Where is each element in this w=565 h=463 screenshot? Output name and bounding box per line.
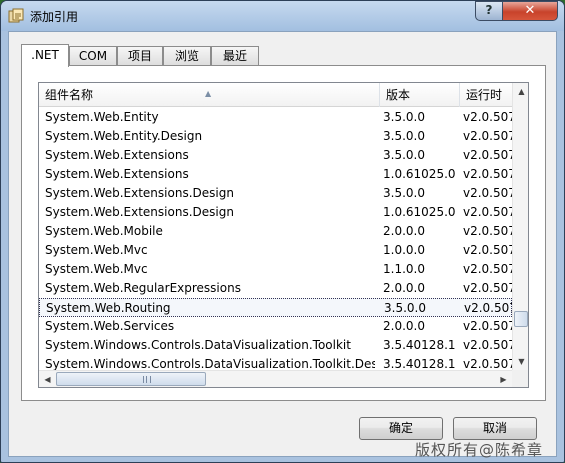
component-name-cell: System.Web.Mvc [45,243,148,257]
tab-recent[interactable]: 最近 [211,46,259,66]
version-cell: 3.5.0.0 [383,186,425,200]
column-header-runtime[interactable]: 运行时 [460,83,520,107]
horizontal-scrollbar[interactable]: ◀ ▶ [39,370,512,387]
add-reference-dialog: 添加引用 ? ✕ .NET COM 项目 浏览 最近 组件名称 ▲ 版本 运行时… [0,0,565,463]
list-header: 组件名称 ▲ 版本 运行时 [39,83,512,107]
dialog-title: 添加引用 [30,10,79,24]
sort-ascending-icon: ▲ [205,89,212,98]
version-cell: 3.5.40128.1 [383,338,456,352]
list-item[interactable]: System.Windows.Controls.DataVisualizatio… [39,355,512,370]
close-button[interactable]: ✕ [502,1,558,21]
list-item[interactable]: System.Web.Routing 3.5.0.0 v2.0.507 [39,298,512,317]
tab-browse[interactable]: 浏览 [163,46,211,66]
add-reference-icon [8,8,24,23]
runtime-cell: v2.0.507 [463,224,512,238]
list-item[interactable]: System.Web.Entity.Design 3.5.0.0 v2.0.507 [39,127,512,146]
list-item[interactable]: System.Web.Entity 3.5.0.0 v2.0.507 [39,108,512,127]
component-name-cell: System.Web.Extensions [45,167,189,181]
column-header-version[interactable]: 版本 [380,83,460,107]
component-name-cell: System.Web.Services [45,319,175,333]
component-list[interactable]: 组件名称 ▲ 版本 运行时 System.Web.Entity 3.5.0.0 v2… [38,82,529,388]
horizontal-scroll-thumb[interactable] [56,372,206,386]
version-cell: 3.5.0.0 [383,148,425,162]
watermark-text: 版权所有@陈希章 [415,441,544,459]
vertical-scrollbar[interactable]: ▲ ▼ [512,83,528,370]
list-item[interactable]: System.Web.RegularExpressions 2.0.0.0 v2.0… [39,279,512,298]
tab-panel: 组件名称 ▲ 版本 运行时 System.Web.Entity 3.5.0.0 v2… [21,65,546,401]
runtime-cell: v2.0.507 [463,243,512,257]
grip-icon [143,376,151,383]
runtime-cell: v2.0.507 [464,301,512,315]
runtime-cell: v2.0.507 [463,167,512,181]
component-name-cell: System.Web.Extensions.Design [45,186,234,200]
list-item[interactable]: System.Web.Extensions 3.5.0.0 v2.0.507 [39,146,512,165]
version-cell: 1.0.61025.0 [383,167,456,181]
version-cell: 3.5.40128.1 [383,357,456,370]
tab-projects[interactable]: 项目 [117,46,163,66]
version-cell: 1.0.0.0 [383,243,425,257]
list-rows: System.Web.Entity 3.5.0.0 v2.0.507 System.W… [39,108,512,370]
tab-com[interactable]: COM [69,46,117,66]
runtime-cell: v2.0.507 [463,281,512,295]
close-icon: ✕ [524,3,536,18]
component-name-cell: System.Web.Mvc [45,262,148,276]
list-item[interactable]: System.Web.Mvc 1.0.0.0 v2.0.507 [39,241,512,260]
runtime-cell: v2.0.507 [463,110,512,124]
title-bar[interactable]: 添加引用 ? ✕ [1,1,564,31]
runtime-cell: v2.0.507 [463,338,512,352]
ok-button[interactable]: 确定 [359,417,443,440]
list-item[interactable]: System.Web.Extensions.Design 1.0.61025.0 v… [39,203,512,222]
list-item[interactable]: System.Web.Extensions 1.0.61025.0 v2.0.507 [39,165,512,184]
component-name-cell: System.Web.Mobile [45,224,163,238]
version-cell: 1.0.61025.0 [383,205,456,219]
list-item[interactable]: System.Web.Mvc 1.1.0.0 v2.0.507 [39,260,512,279]
version-cell: 1.1.0.0 [383,262,425,276]
version-cell: 3.5.0.0 [383,129,425,143]
runtime-cell: v2.0.507 [463,186,512,200]
scroll-right-arrow-icon[interactable]: ▶ [495,371,512,387]
runtime-cell: v2.0.507 [463,129,512,143]
runtime-cell: v2.0.507 [463,357,512,370]
component-name-cell: System.Windows.Controls.DataVisualizatio… [45,338,351,352]
component-name-cell: System.Web.Entity [45,110,159,124]
component-name-cell: System.Windows.Controls.DataVisualizatio… [45,357,375,370]
cancel-button[interactable]: 取消 [453,417,537,440]
component-name-cell: System.Web.Routing [46,301,171,315]
version-cell: 2.0.0.0 [383,281,425,295]
dialog-client-area: .NET COM 项目 浏览 最近 组件名称 ▲ 版本 运行时 System.W… [8,31,557,457]
runtime-cell: v2.0.507 [463,262,512,276]
runtime-cell: v2.0.507 [463,319,512,333]
component-name-cell: System.Web.Extensions [45,148,189,162]
list-item[interactable]: System.Web.Extensions.Design 3.5.0.0 v2.0.… [39,184,512,203]
list-item[interactable]: System.Web.Mobile 2.0.0.0 v2.0.507 [39,222,512,241]
scroll-left-arrow-icon[interactable]: ◀ [39,371,56,387]
component-name-cell: System.Web.Extensions.Design [45,205,234,219]
version-cell: 2.0.0.0 [383,319,425,333]
runtime-cell: v2.0.507 [463,205,512,219]
list-item[interactable]: System.Web.Services 2.0.0.0 v2.0.507 [39,317,512,336]
version-cell: 3.5.0.0 [384,301,426,315]
help-icon: ? [485,3,493,17]
tab-dotnet[interactable]: .NET [21,44,69,67]
version-cell: 3.5.0.0 [383,110,425,124]
runtime-cell: v2.0.507 [463,148,512,162]
column-header-name[interactable]: 组件名称 ▲ [39,83,380,107]
component-name-cell: System.Web.RegularExpressions [45,281,241,295]
scrollbar-corner [512,370,528,387]
help-button[interactable]: ? [475,1,503,21]
scroll-up-arrow-icon[interactable]: ▲ [513,83,528,100]
scroll-down-arrow-icon[interactable]: ▼ [513,353,528,370]
column-header-name-label: 组件名称 [45,88,94,102]
component-name-cell: System.Web.Entity.Design [45,129,203,143]
vertical-scroll-thumb[interactable] [514,311,528,327]
list-item[interactable]: System.Windows.Controls.DataVisualizatio… [39,336,512,355]
version-cell: 2.0.0.0 [383,224,425,238]
